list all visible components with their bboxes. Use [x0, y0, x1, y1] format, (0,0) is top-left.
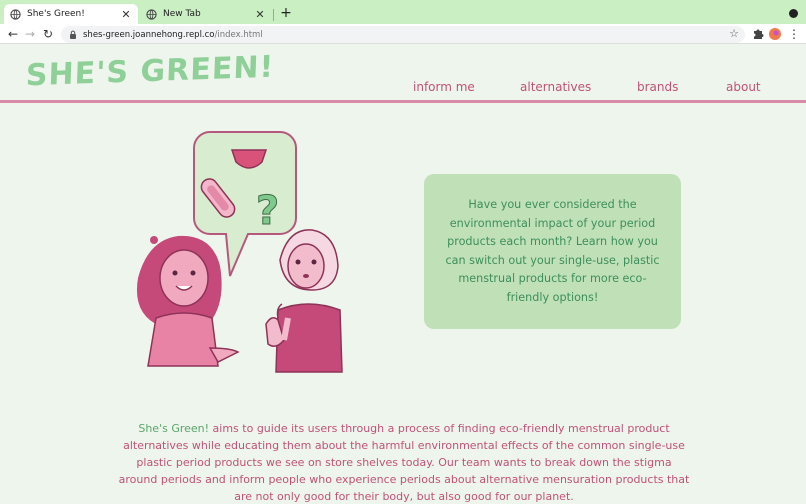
browser-tabstrip: She's Green! ✕ New Tab ✕ + — [0, 0, 806, 24]
globe-icon — [146, 8, 157, 20]
extension-avatar-icon[interactable] — [768, 27, 782, 41]
hero-info-card: Have you ever considered the environment… — [424, 174, 681, 329]
close-tab-icon[interactable]: ✕ — [254, 8, 266, 21]
nav-about[interactable]: about — [726, 80, 761, 94]
header-divider — [0, 100, 806, 103]
svg-text:?: ? — [256, 188, 279, 234]
nav-brands[interactable]: brands — [637, 80, 678, 94]
tab-divider — [273, 9, 274, 21]
browser-toolbar: ← → ↻ shes-green.joannehong.repl.co/inde… — [0, 24, 806, 44]
brand-name: She's Green! — [138, 422, 210, 435]
bookmark-star-icon[interactable]: ☆ — [729, 27, 739, 40]
nav-alternatives[interactable]: alternatives — [520, 80, 591, 94]
tab-title: New Tab — [163, 9, 201, 19]
reload-icon[interactable]: ↻ — [40, 26, 56, 42]
site-logo[interactable]: SHE'S GREEN! — [25, 50, 275, 94]
url-path: /index.html — [214, 29, 263, 40]
browser-menu-icon[interactable]: ⋮ — [788, 26, 800, 42]
tab-shes-green[interactable]: She's Green! ✕ — [4, 4, 138, 24]
globe-icon — [10, 8, 21, 20]
tab-new-tab[interactable]: New Tab ✕ — [140, 4, 272, 24]
profile-icon[interactable] — [789, 9, 798, 18]
url-host: shes-green.joannehong.repl.co — [83, 29, 215, 40]
two-people-talking-illustration: ? — [136, 131, 343, 373]
site-header: SHE'S GREEN! inform me alternatives bran… — [0, 44, 806, 102]
hero-card-text: Have you ever considered the environment… — [445, 198, 660, 304]
lock-icon — [70, 30, 76, 39]
new-tab-button[interactable]: + — [279, 5, 293, 21]
close-tab-icon[interactable]: ✕ — [120, 8, 132, 21]
back-arrow-icon[interactable]: ← — [5, 26, 21, 42]
tab-title: She's Green! — [27, 9, 85, 19]
extensions-puzzle-icon[interactable] — [751, 27, 765, 41]
forward-arrow-icon[interactable]: → — [22, 26, 38, 42]
mission-paragraph: She's Green! aims to guide its users thr… — [118, 420, 690, 504]
address-bar[interactable]: shes-green.joannehong.repl.co/index.html… — [61, 26, 745, 43]
nav-inform-me[interactable]: inform me — [413, 80, 475, 94]
